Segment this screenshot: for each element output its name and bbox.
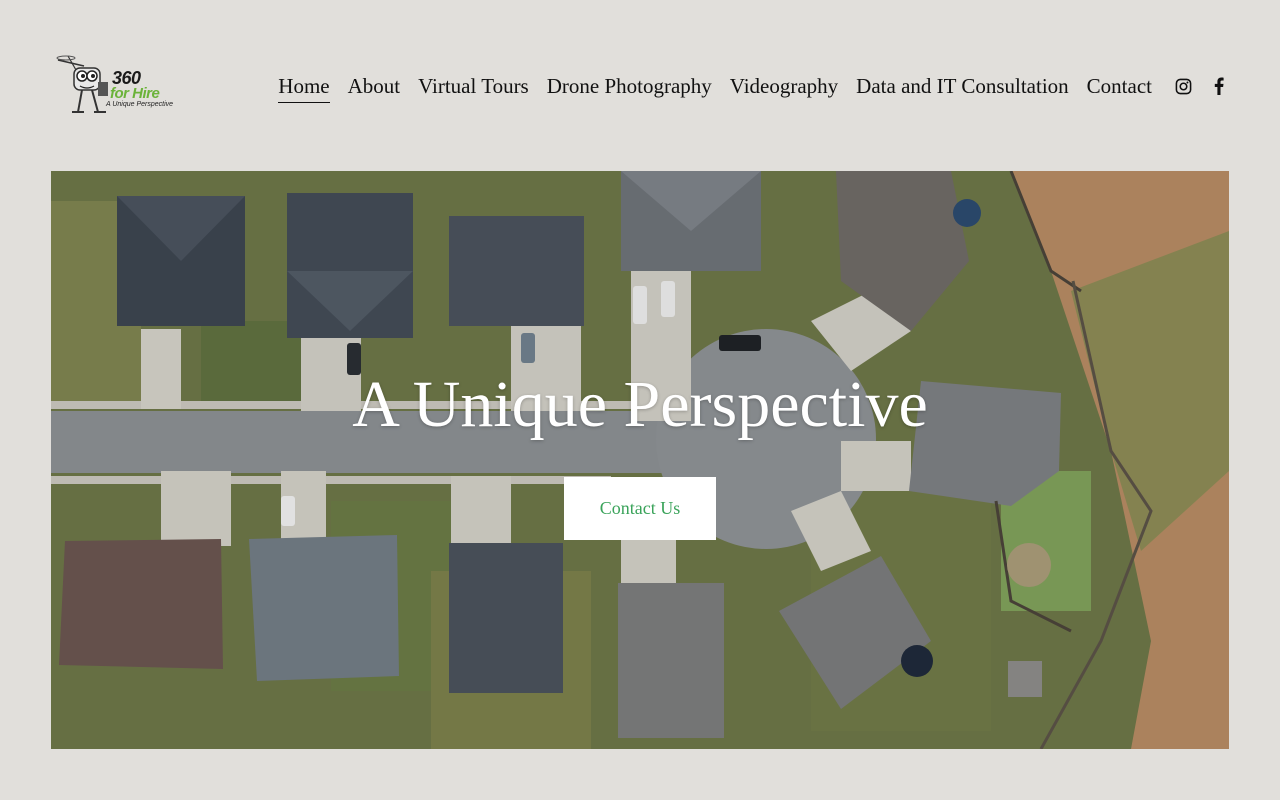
aerial-neighborhood-image [51,171,1229,749]
nav-item-contact[interactable]: Contact [1087,72,1152,100]
logo-tagline: A Unique Perspective [106,101,174,108]
contact-us-button[interactable]: Contact Us [564,477,716,540]
nav-item-home[interactable]: Home [278,72,330,103]
facebook-icon[interactable] [1210,77,1228,95]
main-nav: Home About Virtual Tours Drone Photograp… [260,71,1228,103]
nav-item-videography[interactable]: Videography [730,72,838,100]
nav-item-about[interactable]: About [348,72,401,100]
site-logo[interactable]: 360 for Hire A Unique Perspective [54,52,173,118]
instagram-icon[interactable] [1174,77,1192,95]
logo-name: for Hire [110,85,160,102]
hero-section: A Unique Perspective Contact Us [51,171,1229,749]
nav-item-drone-photography[interactable]: Drone Photography [547,72,712,100]
nav-item-data-it-consultation[interactable]: Data and IT Consultation [856,72,1069,100]
site-header: 360 for Hire A Unique Perspective Home A… [0,0,1280,171]
hero-title: A Unique Perspective [352,368,928,441]
nav-item-virtual-tours[interactable]: Virtual Tours [418,72,529,100]
